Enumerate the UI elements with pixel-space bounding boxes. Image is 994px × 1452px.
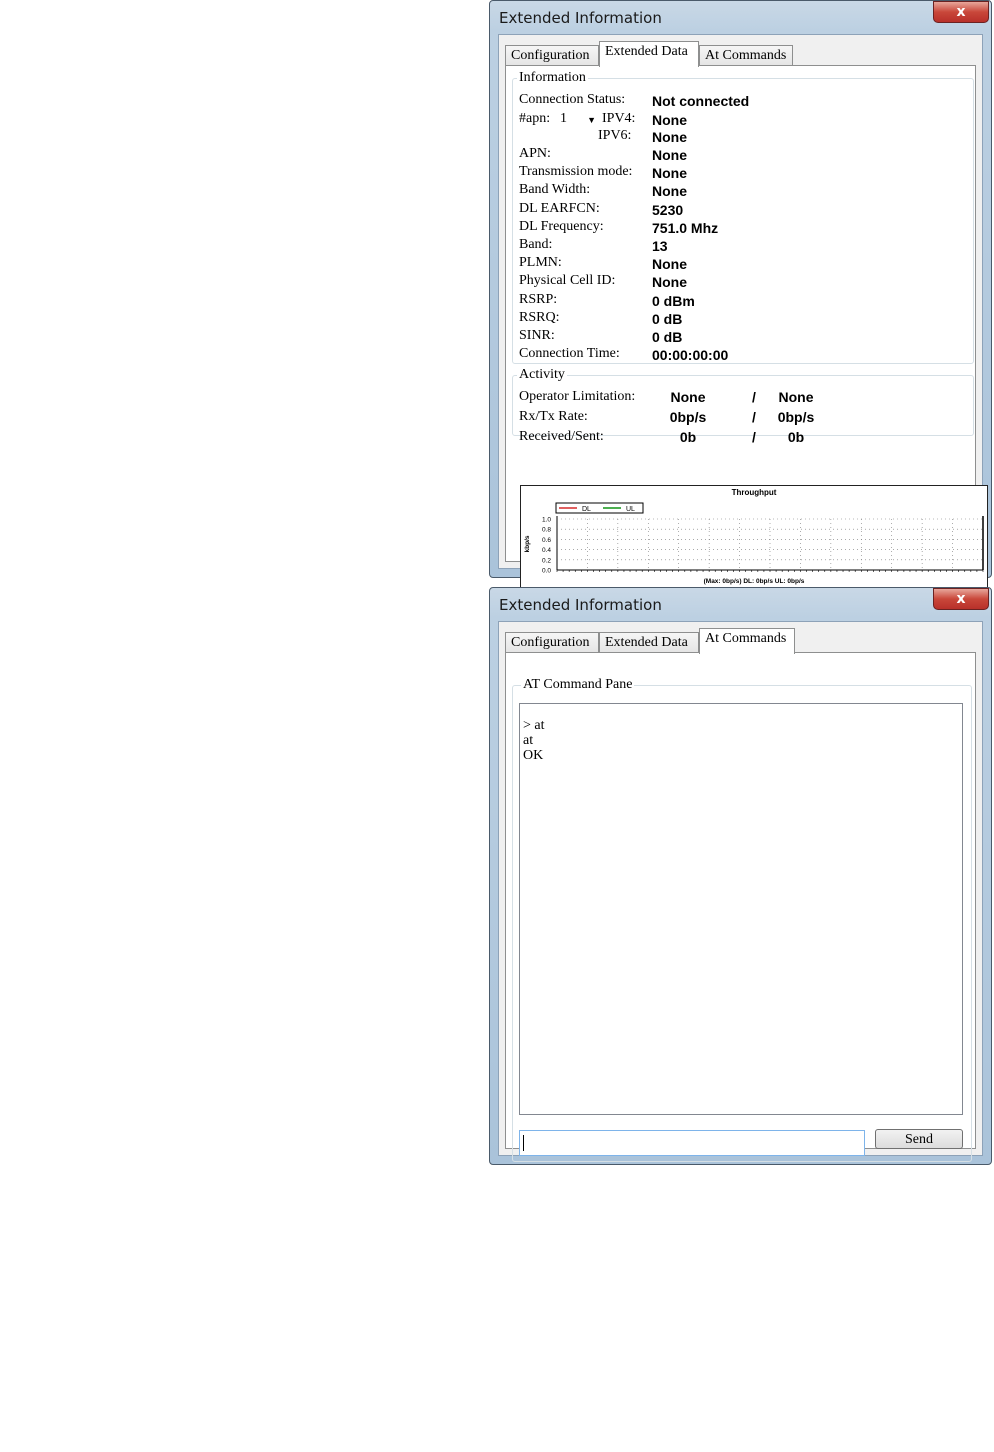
info-row-label: RSRP: xyxy=(519,291,558,307)
close-icon: x xyxy=(956,591,966,607)
activity-row-left-value: 0b xyxy=(679,429,697,445)
info-row-value: 751.0 Mhz xyxy=(652,219,719,236)
throughput-chart-svg: Throughput DL UL 1.0 0.8 0.6 0.4 0.2 0.0 kbp/s (Ma… xyxy=(524,488,984,585)
throughput-chart: Throughput DL UL 1.0 0.8 0.6 0.4 0.2 0.0 kbp/s (Ma… xyxy=(520,485,988,593)
ipv6-value: None xyxy=(652,129,687,145)
close-button[interactable]: x xyxy=(933,588,989,610)
title-bar[interactable]: Extended Information x xyxy=(490,1,991,34)
information-group: Information Connection Status: Not conne… xyxy=(512,70,974,364)
activity-row-left-value: 0bp/s xyxy=(669,409,707,425)
info-row-value: None xyxy=(652,165,687,182)
chart-y-tick-label: 0.4 xyxy=(542,547,551,554)
apn-select-value: 1 xyxy=(560,111,567,126)
info-row-label: Connection Time: xyxy=(519,346,620,362)
tab-extended-data[interactable]: Extended Data xyxy=(599,41,699,67)
tab-at-commands[interactable]: At Commands xyxy=(699,628,795,654)
chart-y-tick-label: 0.8 xyxy=(542,527,551,534)
info-row-label: DL Frequency: xyxy=(519,218,604,234)
close-icon: x xyxy=(956,4,966,20)
information-legend: Information xyxy=(519,70,586,85)
info-row-value: 0 dBm xyxy=(652,292,695,309)
chart-y-tick-label: 0.6 xyxy=(542,537,551,544)
apn-select-label: #apn: xyxy=(519,111,551,126)
chart-title: Throughput xyxy=(732,488,777,497)
info-row-label: DL EARFCN: xyxy=(519,200,600,216)
tab-configuration[interactable]: Configuration xyxy=(505,632,599,653)
info-row-value: 00:00:00:00 xyxy=(652,347,729,364)
info-row-value: 0 dB xyxy=(652,310,683,327)
text-caret xyxy=(523,1135,524,1151)
info-row-label: PLMN: xyxy=(519,255,562,271)
close-button[interactable]: x xyxy=(933,1,989,23)
info-row-label: Transmission mode: xyxy=(519,164,633,180)
extended-information-window-at: Extended Information x Configuration Ext… xyxy=(489,587,992,1165)
title-bar[interactable]: Extended Information x xyxy=(490,588,991,621)
extended-information-window: Extended Information x Configuration Ext… xyxy=(489,0,992,593)
info-row-value: None xyxy=(652,256,687,273)
window-client-area: Configuration Extended Data At Commands … xyxy=(498,34,988,593)
window-title: Extended Information xyxy=(499,9,662,27)
at-output-line: > at xyxy=(523,718,545,733)
activity-row-label: Received/Sent: xyxy=(519,429,604,444)
activity-legend: Activity xyxy=(519,367,565,382)
chart-y-axis-label: kbp/s xyxy=(524,535,531,552)
chart-y-tick-label: 1.0 xyxy=(542,517,551,524)
info-row-label: APN: xyxy=(519,146,551,161)
activity-row-label: Rx/Tx Rate: xyxy=(519,409,588,424)
send-button[interactable]: Send xyxy=(875,1129,963,1149)
info-row-label: Band Width: xyxy=(519,182,591,198)
ipv6-label: IPV6: xyxy=(598,128,632,143)
chevron-down-icon: ▼ xyxy=(587,115,596,125)
tab-at-commands[interactable]: At Commands xyxy=(699,45,793,66)
at-command-input[interactable] xyxy=(519,1130,865,1156)
info-row-value: None xyxy=(652,147,687,163)
window-client-area: Configuration Extended Data At Commands … xyxy=(498,621,983,1162)
info-row-label: SINR: xyxy=(519,328,555,343)
apn-select[interactable]: 1 ▼ xyxy=(556,111,600,129)
tab-extended-data[interactable]: Extended Data xyxy=(599,632,699,653)
activity-row-right-value: 0b xyxy=(787,429,805,445)
info-row-value: 13 xyxy=(652,238,668,254)
ipv4-label: IPV4: xyxy=(602,111,636,126)
at-output-line: at xyxy=(523,733,534,748)
info-row-label: Physical Cell ID: xyxy=(519,273,616,289)
ipv4-value: None xyxy=(652,112,687,128)
at-output-line: OK xyxy=(523,748,544,763)
legend-ul-swatch xyxy=(603,507,621,509)
info-row-value: None xyxy=(652,183,687,200)
chart-y-tick-label: 0.2 xyxy=(542,557,551,564)
info-row-value: None xyxy=(652,274,687,291)
extended-data-panel: Information Connection Status: Not conne… xyxy=(505,65,988,593)
activity-row-right-value: 0bp/s xyxy=(777,409,815,425)
at-output-area[interactable]: > at at OK xyxy=(519,703,963,1115)
chart-footer: (Max: 0bp/s) DL: 0bp/s UL: 0bp/s xyxy=(704,578,805,585)
activity-row-left-value: None xyxy=(670,389,706,405)
at-commands-panel: AT Command Pane > at at OK Send xyxy=(505,652,976,1162)
info-row-label: Band: xyxy=(519,237,553,252)
legend-ul-label: UL xyxy=(626,506,635,513)
chart-y-tick-label: 0.0 xyxy=(542,568,551,575)
window-title: Extended Information xyxy=(499,596,662,614)
legend-dl-swatch xyxy=(559,507,577,509)
info-row-label: RSRQ: xyxy=(519,309,560,325)
activity-group: Activity Operator Limitation: None / None Rx… xyxy=(512,367,974,445)
tab-configuration[interactable]: Configuration xyxy=(505,45,599,66)
connection-status-label: Connection Status: xyxy=(519,92,626,107)
info-row-value: 5230 xyxy=(652,201,684,218)
activity-row-right-value: None xyxy=(778,389,814,405)
at-command-pane-legend: AT Command Pane xyxy=(521,677,635,693)
info-row-value: 0 dB xyxy=(652,329,683,345)
connection-status-value: Not connected xyxy=(652,93,750,109)
at-command-pane: AT Command Pane > at at OK Send xyxy=(512,677,972,1162)
legend-dl-label: DL xyxy=(582,506,591,513)
activity-row-label: Operator Limitation: xyxy=(519,389,636,404)
